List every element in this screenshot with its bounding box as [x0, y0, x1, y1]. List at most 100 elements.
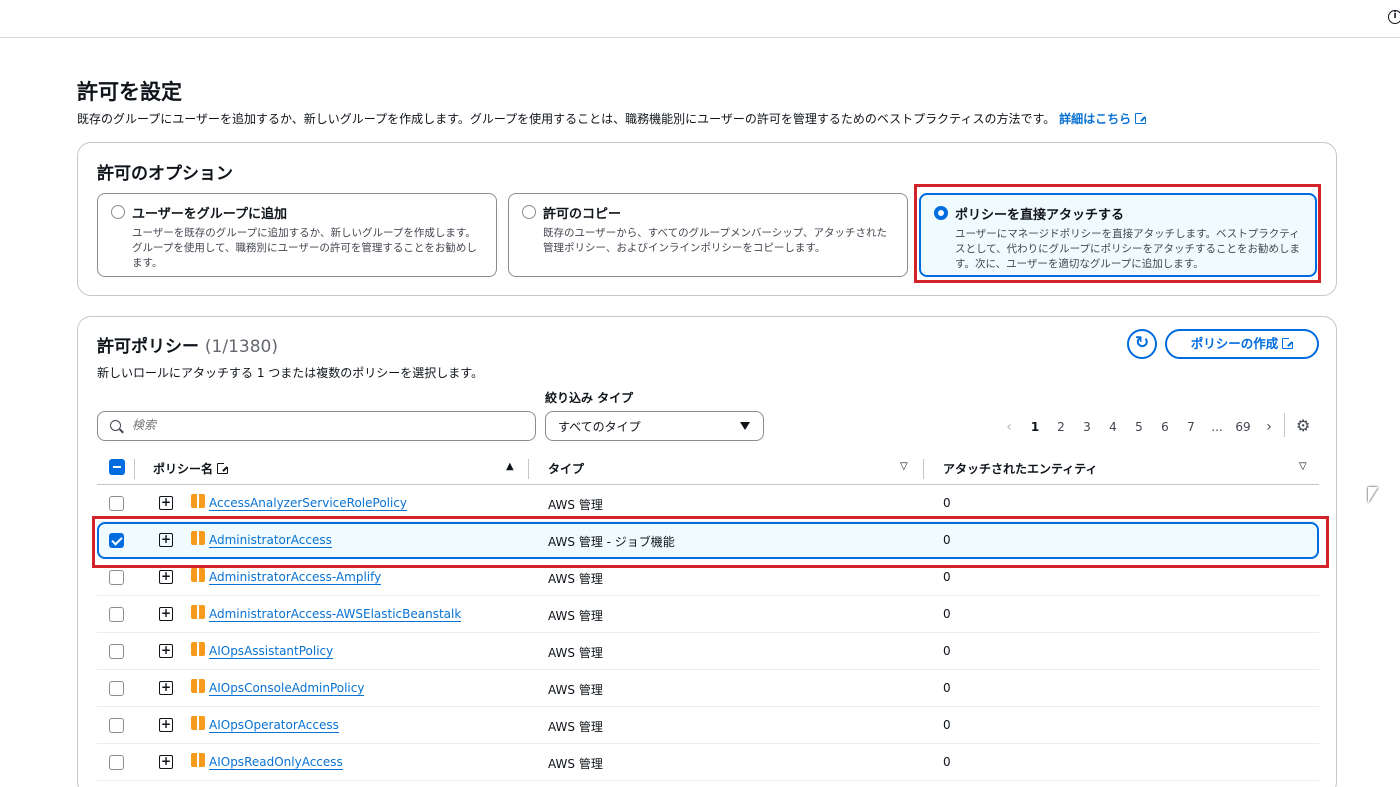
table-row[interactable]: + AdministratorAccess-AWSElasticBeanstal… [97, 596, 1319, 633]
row-checkbox[interactable] [109, 755, 124, 770]
expand-icon[interactable]: + [159, 607, 173, 621]
expand-icon[interactable]: + [159, 496, 173, 510]
external-link-icon [1282, 337, 1295, 349]
page-description: 既存のグループにユーザーを追加するか、新しいグループを作成します。グループを使用… [77, 110, 1148, 127]
attached-entities: 0 [943, 681, 951, 695]
policy-type: AWS 管理 [548, 609, 603, 623]
row-checkbox[interactable] [109, 718, 124, 733]
sort-icon[interactable]: ▽ [1299, 461, 1307, 472]
gear-icon[interactable]: ⚙ [1296, 418, 1310, 434]
table-row[interactable]: + AIOpsOperatorAccess AWS 管理 0 [97, 707, 1319, 744]
column-header-name[interactable]: ポリシー名 [153, 460, 230, 477]
policy-type: AWS 管理 [548, 720, 603, 734]
policy-name-link[interactable]: AccessAnalyzerServiceRolePolicy [209, 496, 408, 511]
external-link-icon [1135, 112, 1148, 124]
policy-type: AWS 管理 [548, 683, 603, 697]
sort-ascending-icon[interactable]: ▲ [506, 461, 514, 472]
page-title: 許可を設定 [77, 80, 182, 104]
table-row[interactable]: + AIOpsConsoleAdminPolicy AWS 管理 0 [97, 670, 1319, 707]
page-7[interactable]: 7 [1178, 420, 1204, 434]
divider [923, 459, 924, 479]
highlight-box-option [914, 184, 1321, 283]
page-4[interactable]: 4 [1100, 420, 1126, 434]
type-filter-value: すべてのタイプ [558, 420, 641, 434]
column-header-type[interactable]: タイプ [548, 460, 584, 477]
filter-type-label: 絞り込み タイプ [545, 391, 634, 405]
page-2[interactable]: 2 [1048, 420, 1074, 434]
pagination: ‹ 1 2 3 4 5 6 7 ... 69 › [996, 417, 1282, 437]
search-box[interactable] [97, 411, 536, 441]
radio-button[interactable] [111, 205, 125, 219]
external-link-icon [217, 462, 230, 474]
policies-count: (1/1380) [204, 337, 278, 357]
aws-managed-icon [191, 494, 205, 508]
next-page-icon[interactable]: › [1256, 419, 1282, 435]
row-checkbox[interactable] [109, 570, 124, 585]
table-row[interactable]: + AIOpsAssistantPolicy AWS 管理 0 [97, 633, 1319, 670]
attached-entities: 0 [943, 755, 951, 769]
attached-entities: 0 [943, 496, 951, 510]
policy-type: AWS 管理 [548, 498, 603, 512]
policy-name-link[interactable]: AIOpsReadOnlyAccess [209, 755, 343, 770]
option-copy-permissions[interactable]: 許可のコピー 既存のユーザーから、すべてのグループメンバーシップ、アタッチされた… [508, 193, 908, 277]
expand-icon[interactable]: + [159, 718, 173, 732]
options-title: 許可のオプション [97, 164, 233, 184]
option-description: 既存のユーザーから、すべてのグループメンバーシップ、アタッチされた管理ポリシー、… [543, 227, 887, 254]
caret-down-icon [740, 422, 750, 430]
policy-name-link[interactable]: AdministratorAccess-Amplify [209, 570, 382, 585]
page-1[interactable]: 1 [1022, 420, 1048, 434]
description-text: 既存のグループにユーザーを追加するか、新しいグループを作成します。グループを使用… [77, 112, 1056, 126]
page-3[interactable]: 3 [1074, 420, 1100, 434]
page-69[interactable]: 69 [1230, 420, 1256, 434]
policy-name-link[interactable]: AIOpsAssistantPolicy [209, 644, 334, 659]
policy-name-link[interactable]: AIOpsOperatorAccess [209, 718, 339, 733]
divider [134, 459, 135, 479]
create-policy-button[interactable]: ポリシーの作成 [1165, 329, 1319, 359]
attached-entities: 0 [943, 570, 951, 584]
policy-name-link[interactable]: AdministratorAccess-AWSElasticBeanstalk [209, 607, 462, 622]
row-checkbox[interactable] [109, 496, 124, 511]
attached-entities: 0 [943, 644, 951, 658]
column-header-entities[interactable]: アタッチされたエンティティ [943, 460, 1098, 477]
type-filter-select[interactable]: すべてのタイプ [545, 411, 764, 441]
refresh-button[interactable]: ↻ [1127, 329, 1157, 359]
option-description: ユーザーを既存のグループに追加するか、新しいグループを作成します。グループを使用… [132, 227, 477, 269]
sort-icon[interactable]: ▽ [900, 461, 908, 472]
info-icon[interactable]: i [1388, 10, 1400, 24]
divider [528, 459, 529, 479]
page-6[interactable]: 6 [1152, 420, 1178, 434]
page-ellipsis: ... [1211, 420, 1223, 434]
expand-icon[interactable]: + [159, 681, 173, 695]
policy-name-link[interactable]: AIOpsConsoleAdminPolicy [209, 681, 365, 696]
policy-type: AWS 管理 [548, 646, 603, 660]
highlight-box-row [92, 516, 1329, 568]
policies-title: 許可ポリシー (1/1380) [97, 337, 278, 357]
option-add-to-group[interactable]: ユーザーをグループに追加 ユーザーを既存のグループに追加するか、新しいグループを… [97, 193, 497, 277]
divider [1284, 413, 1285, 437]
radio-button[interactable] [522, 205, 536, 219]
option-label: 許可のコピー [543, 207, 622, 222]
aws-managed-icon [191, 642, 205, 656]
select-all-checkbox[interactable] [109, 459, 125, 475]
aws-managed-icon [191, 679, 205, 693]
refresh-icon: ↻ [1134, 333, 1150, 353]
search-icon [110, 420, 121, 431]
aws-managed-icon [191, 568, 205, 582]
aws-managed-icon [191, 605, 205, 619]
expand-icon[interactable]: + [159, 644, 173, 658]
table-row[interactable]: + AIOpsReadOnlyAccess AWS 管理 0 [97, 744, 1319, 781]
aws-managed-icon [191, 716, 205, 730]
row-checkbox[interactable] [109, 644, 124, 659]
row-checkbox[interactable] [109, 681, 124, 696]
page-5[interactable]: 5 [1126, 420, 1152, 434]
search-input[interactable] [132, 418, 522, 432]
aws-managed-icon [191, 753, 205, 767]
policy-type: AWS 管理 [548, 757, 603, 771]
learn-more-link[interactable]: 詳細はこちら [1059, 112, 1148, 126]
attached-entities: 0 [943, 607, 951, 621]
option-label: ユーザーをグループに追加 [132, 207, 287, 222]
prev-page-icon[interactable]: ‹ [996, 419, 1022, 435]
expand-icon[interactable]: + [159, 570, 173, 584]
row-checkbox[interactable] [109, 607, 124, 622]
expand-icon[interactable]: + [159, 755, 173, 769]
